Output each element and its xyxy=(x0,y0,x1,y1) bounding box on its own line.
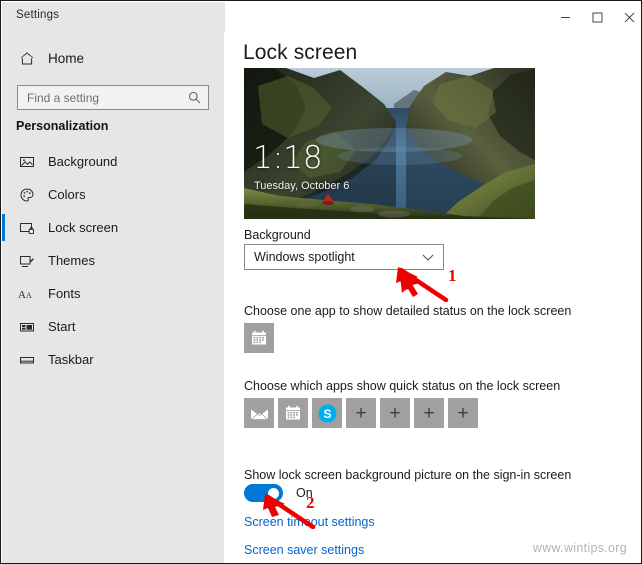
sidebar-item-label: Lock screen xyxy=(48,220,119,235)
sidebar-item-home[interactable]: Home xyxy=(2,42,224,74)
toggle-state-label: On xyxy=(296,486,313,500)
quick-status-tile-add[interactable]: + xyxy=(380,398,410,428)
quick-status-label: Choose which apps show quick status on t… xyxy=(244,379,561,393)
main-content: Lock screen 1:18 Tuesday, October 6 Back… xyxy=(224,32,641,563)
plus-icon: + xyxy=(457,402,469,424)
selection-accent-bar xyxy=(2,280,5,307)
sidebar-item-background[interactable]: Background xyxy=(2,145,224,178)
lock-screen-preview: 1:18 Tuesday, October 6 xyxy=(244,68,535,219)
background-dropdown-value: Windows spotlight xyxy=(254,250,355,264)
signin-picture-toggle[interactable] xyxy=(244,484,283,502)
sidebar-item-label: Colors xyxy=(48,187,86,202)
sidebar-item-label: Taskbar xyxy=(48,352,94,367)
minimize-icon xyxy=(560,16,570,18)
watermark: www.wintips.org xyxy=(532,541,627,555)
sidebar-item-label: Start xyxy=(48,319,76,334)
selection-accent-bar xyxy=(2,346,5,373)
signin-picture-label: Show lock screen background picture on t… xyxy=(244,468,572,482)
title-bar: Settings xyxy=(2,2,641,32)
sidebar-item-label: Themes xyxy=(48,253,95,268)
quick-status-tile-mail[interactable] xyxy=(244,398,274,428)
detailed-status-label: Choose one app to show detailed status o… xyxy=(244,304,572,318)
quick-status-tile-calendar[interactable] xyxy=(278,398,308,428)
calendar-icon xyxy=(286,405,300,420)
sidebar-item-start[interactable]: Start xyxy=(2,310,224,343)
plus-icon: + xyxy=(423,402,435,424)
selection-accent-bar xyxy=(2,313,5,340)
preview-clock: 1:18 xyxy=(253,140,323,176)
palette-icon xyxy=(10,187,44,203)
selection-accent-bar xyxy=(2,181,5,208)
quick-status-tile-add[interactable]: + xyxy=(346,398,376,428)
selection-accent-bar xyxy=(2,148,5,175)
svg-text:A: A xyxy=(18,289,26,301)
sidebar-nav-list: Background Colors Lock screen Themes A A… xyxy=(2,145,224,376)
selection-accent-bar xyxy=(2,214,5,241)
search-input[interactable]: Find a setting xyxy=(17,85,209,110)
sidebar-home-label: Home xyxy=(48,50,85,66)
sidebar-item-label: Fonts xyxy=(48,286,81,301)
skype-icon: S xyxy=(318,404,336,422)
image-icon xyxy=(10,154,44,170)
sidebar-item-colors[interactable]: Colors xyxy=(2,178,224,211)
quick-status-tile-add[interactable]: + xyxy=(414,398,444,428)
preview-date: Tuesday, October 6 xyxy=(254,180,350,192)
fonts-icon: A A xyxy=(10,286,44,302)
quick-status-tile-row: S + + + + xyxy=(244,398,478,428)
sidebar-item-label: Background xyxy=(48,154,118,169)
svg-text:A: A xyxy=(26,291,32,300)
background-dropdown[interactable]: Windows spotlight xyxy=(244,244,444,270)
calendar-icon xyxy=(252,330,266,345)
close-icon xyxy=(624,12,634,22)
search-placeholder: Find a setting xyxy=(27,90,100,105)
lock-screen-icon xyxy=(10,220,44,236)
screen-saver-settings-link[interactable]: Screen saver settings xyxy=(244,543,364,557)
sidebar-item-lock-screen[interactable]: Lock screen xyxy=(2,211,224,244)
chevron-down-icon xyxy=(422,253,434,262)
search-icon xyxy=(188,91,201,104)
page-title: Lock screen xyxy=(243,41,358,64)
detailed-status-app-tile[interactable] xyxy=(244,323,274,353)
close-button[interactable] xyxy=(606,2,641,32)
plus-icon: + xyxy=(389,402,401,424)
home-icon xyxy=(10,50,44,66)
plus-icon: + xyxy=(355,402,367,424)
quick-status-tile-skype[interactable]: S xyxy=(312,398,342,428)
window-title: Settings xyxy=(16,9,60,21)
maximize-icon xyxy=(592,12,602,22)
settings-window: Settings Home Find a setting Personaliza… xyxy=(0,0,642,564)
taskbar-icon xyxy=(10,352,44,368)
sidebar-item-taskbar[interactable]: Taskbar xyxy=(2,343,224,376)
sidebar-section-title: Personalization xyxy=(16,119,109,133)
screen-timeout-settings-link[interactable]: Screen timeout settings xyxy=(244,515,375,529)
sidebar-item-fonts[interactable]: A A Fonts xyxy=(2,277,224,310)
sidebar-item-themes[interactable]: Themes xyxy=(2,244,224,277)
mail-icon xyxy=(249,408,269,420)
signin-picture-toggle-row: On xyxy=(244,484,313,502)
toggle-knob xyxy=(268,488,279,499)
svg-text:S: S xyxy=(323,407,331,421)
sidebar: Home Find a setting Personalization Back… xyxy=(2,32,224,563)
selection-accent-bar xyxy=(2,247,5,274)
quick-status-tile-add[interactable]: + xyxy=(448,398,478,428)
themes-icon xyxy=(10,253,44,269)
start-icon xyxy=(10,319,44,335)
background-label: Background xyxy=(244,228,311,242)
